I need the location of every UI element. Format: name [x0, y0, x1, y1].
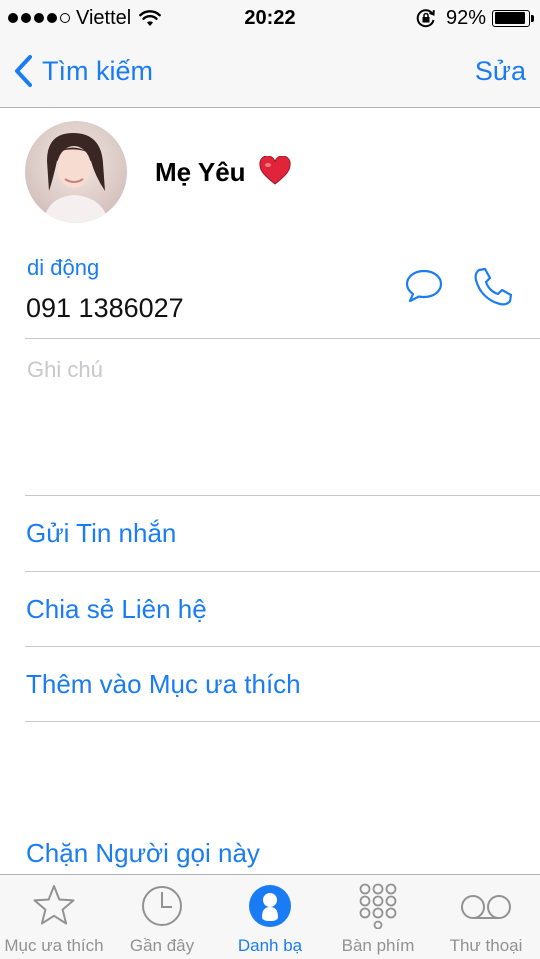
clock-icon — [142, 886, 182, 926]
back-button[interactable]: Tìm kiếm — [12, 54, 153, 88]
tab-recents-label: Gần đây — [129, 936, 195, 955]
tab-voicemail[interactable]: Thư thoại — [432, 875, 540, 959]
separator — [25, 646, 540, 647]
tab-favorites-label: Mục ưa thích — [4, 936, 104, 955]
status-bar: Viettel 20:22 92% — [0, 0, 540, 36]
tab-contacts-label: Danh bạ — [237, 936, 303, 955]
send-message-button[interactable]: Gửi Tin nhắn — [26, 515, 176, 551]
contact-name-text: Mẹ Yêu — [155, 157, 246, 187]
keypad-icon — [359, 883, 397, 929]
status-right: 92% — [416, 6, 534, 30]
separator — [25, 338, 540, 339]
tab-voicemail-label: Thư thoại — [449, 936, 523, 955]
block-caller-button[interactable]: Chặn Người gọi này — [26, 835, 260, 871]
share-contact-button[interactable]: Chia sẻ Liên hệ — [26, 591, 207, 627]
person-icon — [249, 885, 291, 927]
contact-name: Mẹ Yêu — [155, 154, 291, 190]
star-icon — [33, 885, 75, 925]
voicemail-icon — [461, 895, 511, 919]
message-bubble-icon[interactable] — [404, 268, 444, 304]
navigation-bar: Tìm kiếm Sửa — [0, 36, 540, 108]
phone-call-icon[interactable] — [472, 266, 514, 308]
tab-recents[interactable]: Gần đây — [108, 875, 216, 959]
red-heart-icon — [259, 156, 291, 185]
tab-contacts[interactable]: Danh bạ — [216, 875, 324, 959]
phone-type-label: di động — [27, 255, 100, 280]
separator — [25, 495, 540, 496]
separator — [25, 721, 540, 722]
add-to-favorites-button[interactable]: Thêm vào Mục ưa thích — [26, 666, 301, 702]
tab-bar: Mục ưa thích Gần đây Danh bạ Bàn phím Th… — [0, 874, 540, 959]
tab-keypad[interactable]: Bàn phím — [324, 875, 432, 959]
chevron-left-icon — [15, 55, 32, 87]
back-button-label: Tìm kiếm — [42, 56, 153, 86]
rotation-lock-icon — [416, 9, 435, 28]
separator — [25, 571, 540, 572]
contact-avatar — [25, 121, 127, 223]
tab-keypad-label: Bàn phím — [341, 936, 415, 955]
battery-percentage: 92% — [445, 7, 486, 29]
edit-button[interactable]: Sửa — [475, 54, 526, 88]
phone-number[interactable]: 091 1386027 — [26, 290, 184, 326]
notes-field[interactable]: Ghi chú — [27, 355, 103, 385]
battery-icon — [492, 9, 534, 27]
tab-favorites[interactable]: Mục ưa thích — [0, 875, 108, 959]
